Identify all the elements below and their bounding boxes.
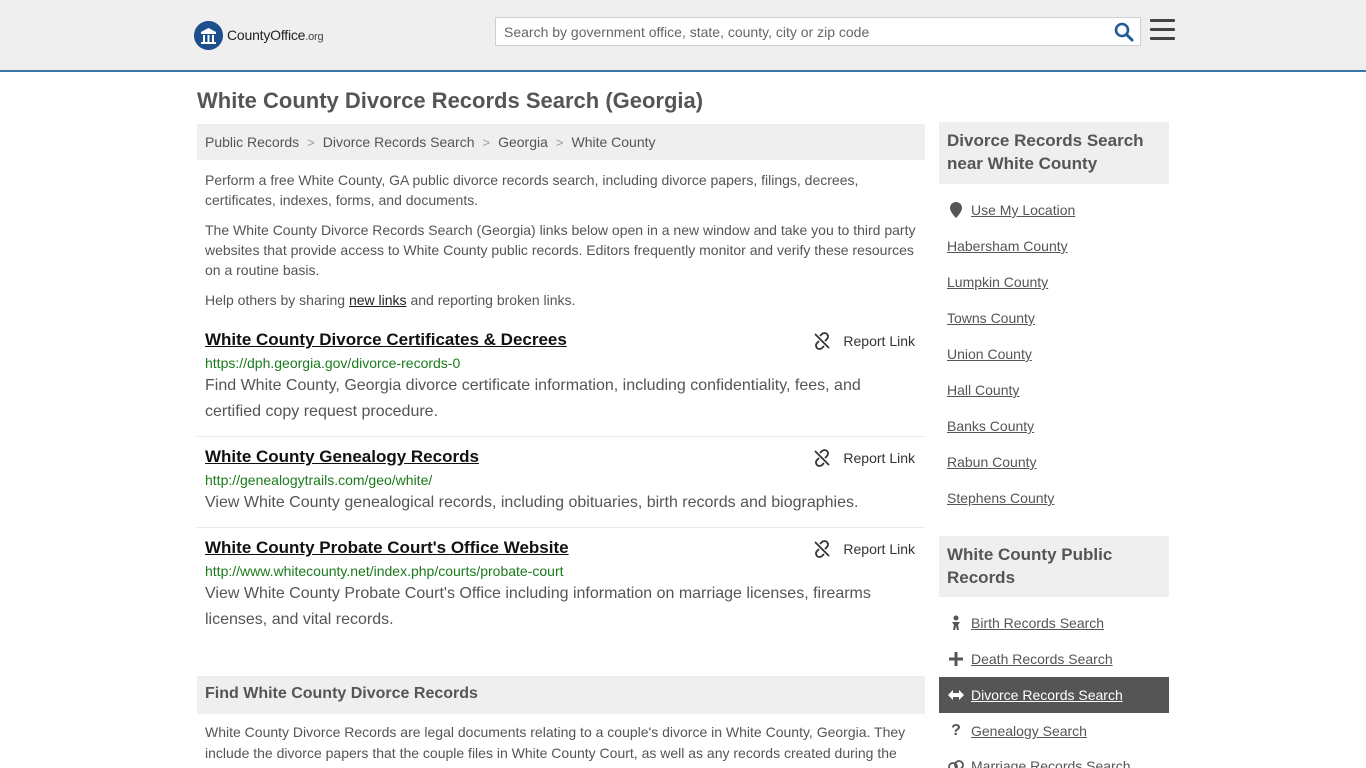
result-title-link[interactable]: White County Genealogy Records xyxy=(205,447,479,467)
chevron-right-icon: > xyxy=(482,134,491,150)
breadcrumb-georgia[interactable]: Georgia xyxy=(498,134,548,150)
chevron-right-icon: > xyxy=(555,134,564,150)
cross-icon xyxy=(947,650,965,668)
breadcrumb-white-county: White County xyxy=(571,134,656,150)
search-input[interactable] xyxy=(496,18,1096,45)
nearby-county-link[interactable]: Rabun County xyxy=(947,454,1037,470)
broken-link-icon xyxy=(814,540,831,558)
sidebar-nearby-heading: Divorce Records Search near White County xyxy=(939,122,1169,184)
intro-3-text: Help others by sharing xyxy=(205,292,349,308)
intro-paragraph-3: Help others by sharing new links and rep… xyxy=(205,290,920,310)
broken-link-icon xyxy=(814,449,831,467)
sidebar-link-genealogy[interactable]: Genealogy Search xyxy=(971,723,1087,739)
location-pin-icon xyxy=(947,201,965,219)
result-title-link[interactable]: White County Probate Court's Office Webs… xyxy=(205,538,569,558)
result-url: http://genealogytrails.com/geo/white/ xyxy=(205,472,433,488)
search-box xyxy=(495,17,1141,46)
search-icon[interactable] xyxy=(1114,22,1134,42)
report-link-button[interactable]: Report Link xyxy=(813,540,915,558)
sidebar-public-records-heading: White County Public Records xyxy=(939,536,1169,597)
logo-tld: .org xyxy=(305,31,324,43)
sidebar-link-death-records[interactable]: Death Records Search xyxy=(971,651,1113,667)
nearby-county-link[interactable]: Stephens County xyxy=(947,490,1054,506)
breadcrumb-public-records[interactable]: Public Records xyxy=(205,134,299,150)
site-logo[interactable]: CountyOffice.org xyxy=(194,20,324,50)
new-links-link[interactable]: new links xyxy=(349,292,407,308)
result-description: Find White County, Georgia divorce certi… xyxy=(205,377,861,420)
find-records-heading: Find White County Divorce Records xyxy=(197,676,925,714)
hamburger-menu-icon[interactable] xyxy=(1150,19,1175,41)
sidebar-link-marriage-records[interactable]: Marriage Records Search xyxy=(971,758,1131,768)
nearby-county-link[interactable]: Towns County xyxy=(947,310,1035,326)
report-link-button[interactable]: Report Link xyxy=(813,332,915,350)
nearby-county-link[interactable]: Banks County xyxy=(947,418,1034,434)
nearby-county-link[interactable]: Habersham County xyxy=(947,238,1068,254)
question-icon: ? xyxy=(951,722,961,739)
sidebar-link-divorce-records[interactable]: Divorce Records Search xyxy=(971,687,1123,703)
result-item: White County Probate Court's Office Webs… xyxy=(197,538,925,638)
intro-paragraph-1: Perform a free White County, GA public d… xyxy=(205,172,859,208)
report-link-label: Report Link xyxy=(843,333,915,349)
page-title: White County Divorce Records Search (Geo… xyxy=(197,88,704,113)
nearby-county-link[interactable]: Union County xyxy=(947,346,1032,362)
rings-icon xyxy=(947,757,965,768)
report-link-label: Report Link xyxy=(843,541,915,557)
logo-seal-icon xyxy=(194,20,223,50)
chevron-right-icon: > xyxy=(307,134,315,150)
intro-3-text-end: and reporting broken links. xyxy=(406,292,576,308)
site-header: CountyOffice.org xyxy=(0,0,1366,72)
broken-link-icon xyxy=(814,332,831,350)
nearby-county-link[interactable]: Hall County xyxy=(947,382,1019,398)
report-link-button[interactable]: Report Link xyxy=(813,449,915,467)
sidebar-link-birth-records[interactable]: Birth Records Search xyxy=(971,615,1104,631)
breadcrumb: Public Records > Divorce Records Search … xyxy=(197,124,925,160)
result-url: https://dph.georgia.gov/divorce-records-… xyxy=(205,355,461,371)
result-description: View White County genealogical records, … xyxy=(205,494,859,511)
result-title-link[interactable]: White County Divorce Certificates & Decr… xyxy=(205,330,567,350)
result-url: http://www.whitecounty.net/index.php/cou… xyxy=(205,563,564,579)
breadcrumb-divorce-records-search[interactable]: Divorce Records Search xyxy=(323,134,475,150)
nearby-county-link[interactable]: Lumpkin County xyxy=(947,274,1048,290)
intro-paragraph-2: The White County Divorce Records Search … xyxy=(205,222,916,278)
baby-icon xyxy=(947,614,965,632)
report-link-label: Report Link xyxy=(843,450,915,466)
use-my-location-link[interactable]: Use My Location xyxy=(971,202,1075,218)
logo-text: CountyOffice xyxy=(227,27,306,43)
result-item: White County Genealogy Records Report Li… xyxy=(197,447,925,528)
arrows-horizontal-icon xyxy=(947,686,965,704)
result-item: White County Divorce Certificates & Decr… xyxy=(197,330,925,437)
result-description: View White County Probate Court's Office… xyxy=(205,585,871,628)
find-records-text: White County Divorce Records are legal d… xyxy=(205,724,906,761)
